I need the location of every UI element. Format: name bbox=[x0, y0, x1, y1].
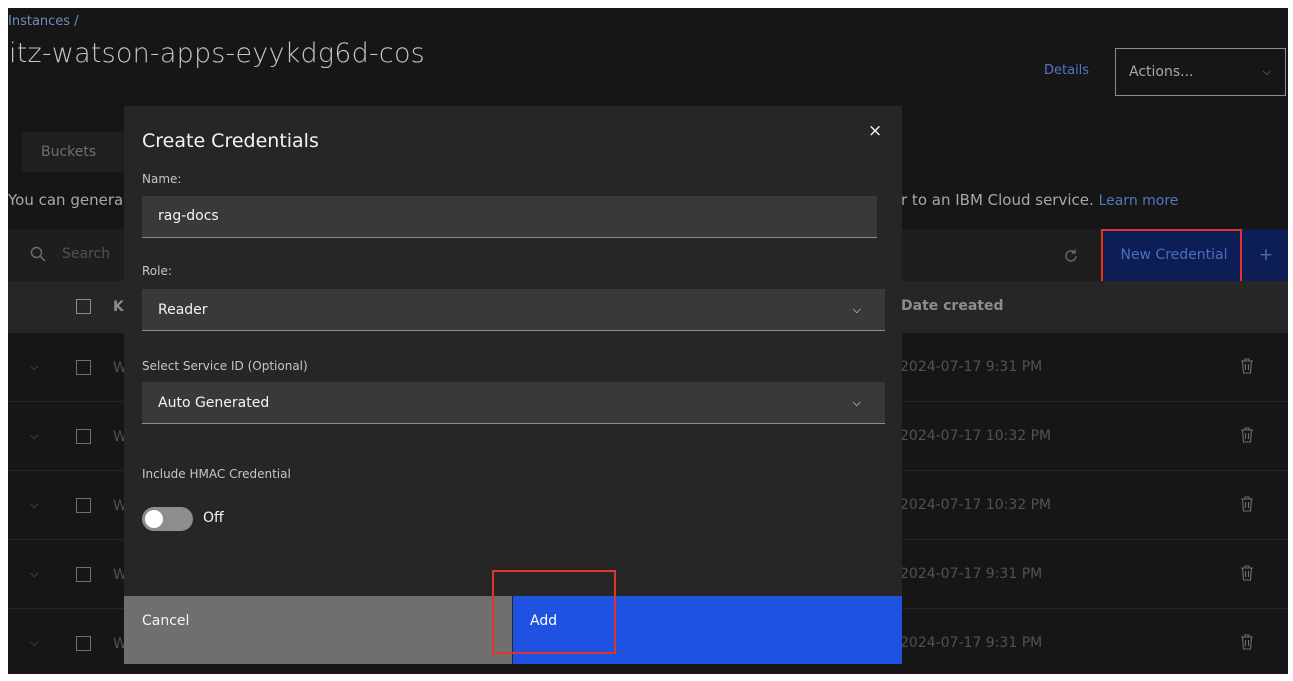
app-window: Instances / itz-watson-apps-eyykdg6d-cos … bbox=[8, 8, 1288, 674]
details-link[interactable]: Details bbox=[1044, 63, 1089, 78]
column-header-date-created[interactable]: Date created bbox=[901, 298, 1003, 314]
trash-icon[interactable] bbox=[1240, 496, 1254, 512]
row-date: 2024-07-17 10:32 PM bbox=[900, 497, 1052, 513]
role-select[interactable]: Reader ⌵ bbox=[142, 289, 885, 331]
hmac-toggle[interactable] bbox=[142, 507, 193, 531]
breadcrumb-instances-link[interactable]: Instances bbox=[8, 14, 70, 29]
row-checkbox[interactable] bbox=[76, 360, 91, 375]
actions-dropdown[interactable]: Actions... ⌵ bbox=[1115, 48, 1286, 96]
hmac-toggle-state: Off bbox=[203, 510, 224, 526]
row-checkbox[interactable] bbox=[76, 567, 91, 582]
breadcrumb-separator: / bbox=[74, 14, 79, 29]
row-date: 2024-07-17 9:31 PM bbox=[900, 566, 1043, 582]
trash-icon[interactable] bbox=[1240, 634, 1254, 650]
highlight-box-new-credential bbox=[1101, 229, 1242, 283]
highlight-box-add bbox=[492, 570, 616, 654]
name-input[interactable]: rag-docs bbox=[142, 196, 877, 238]
service-id-select-value: Auto Generated bbox=[158, 395, 270, 411]
intro-text-right: r to an IBM Cloud service. Learn more bbox=[901, 191, 1178, 209]
trash-icon[interactable] bbox=[1240, 358, 1254, 374]
refresh-icon[interactable] bbox=[1063, 248, 1079, 264]
service-id-select[interactable]: Auto Generated ⌵ bbox=[142, 382, 885, 424]
select-all-checkbox[interactable] bbox=[76, 299, 91, 314]
search-icon[interactable] bbox=[30, 246, 46, 262]
chevron-down-icon: ⌵ bbox=[1262, 65, 1271, 78]
modal-title: Create Credentials bbox=[142, 130, 319, 152]
chevron-down-icon[interactable]: ⌵ bbox=[30, 360, 38, 374]
intro-text: r to an IBM Cloud service. bbox=[901, 191, 1094, 209]
column-header-key[interactable]: K bbox=[113, 299, 124, 315]
chevron-down-icon: ⌵ bbox=[852, 396, 861, 409]
search-input[interactable]: Search bbox=[62, 246, 110, 262]
row-checkbox[interactable] bbox=[76, 429, 91, 444]
chevron-down-icon[interactable]: ⌵ bbox=[30, 498, 38, 512]
cancel-button[interactable]: Cancel bbox=[124, 596, 512, 664]
row-date: 2024-07-17 10:32 PM bbox=[900, 428, 1052, 444]
row-checkbox[interactable] bbox=[76, 636, 91, 651]
role-select-value: Reader bbox=[158, 302, 208, 318]
actions-dropdown-label: Actions... bbox=[1129, 64, 1194, 80]
page-title: itz-watson-apps-eyykdg6d-cos bbox=[9, 38, 425, 69]
row-checkbox[interactable] bbox=[76, 498, 91, 513]
learn-more-link[interactable]: Learn more bbox=[1099, 193, 1179, 209]
close-icon[interactable]: × bbox=[868, 121, 882, 141]
chevron-down-icon[interactable]: ⌵ bbox=[30, 636, 38, 650]
chevron-down-icon[interactable]: ⌵ bbox=[30, 429, 38, 443]
add-icon[interactable]: + bbox=[1244, 229, 1288, 281]
role-label: Role: bbox=[142, 264, 172, 278]
service-id-label: Select Service ID (Optional) bbox=[142, 359, 308, 373]
name-label: Name: bbox=[142, 172, 182, 186]
chevron-down-icon: ⌵ bbox=[852, 303, 861, 316]
intro-text-left: You can genera bbox=[8, 191, 124, 209]
hmac-label: Include HMAC Credential bbox=[142, 467, 291, 481]
toggle-knob bbox=[145, 510, 163, 528]
row-date: 2024-07-17 9:31 PM bbox=[900, 359, 1043, 375]
trash-icon[interactable] bbox=[1240, 427, 1254, 443]
chevron-down-icon[interactable]: ⌵ bbox=[30, 567, 38, 581]
breadcrumb: Instances / bbox=[8, 14, 78, 29]
row-date: 2024-07-17 9:31 PM bbox=[900, 635, 1043, 651]
trash-icon[interactable] bbox=[1240, 565, 1254, 581]
tab-buckets[interactable]: Buckets bbox=[22, 132, 132, 172]
